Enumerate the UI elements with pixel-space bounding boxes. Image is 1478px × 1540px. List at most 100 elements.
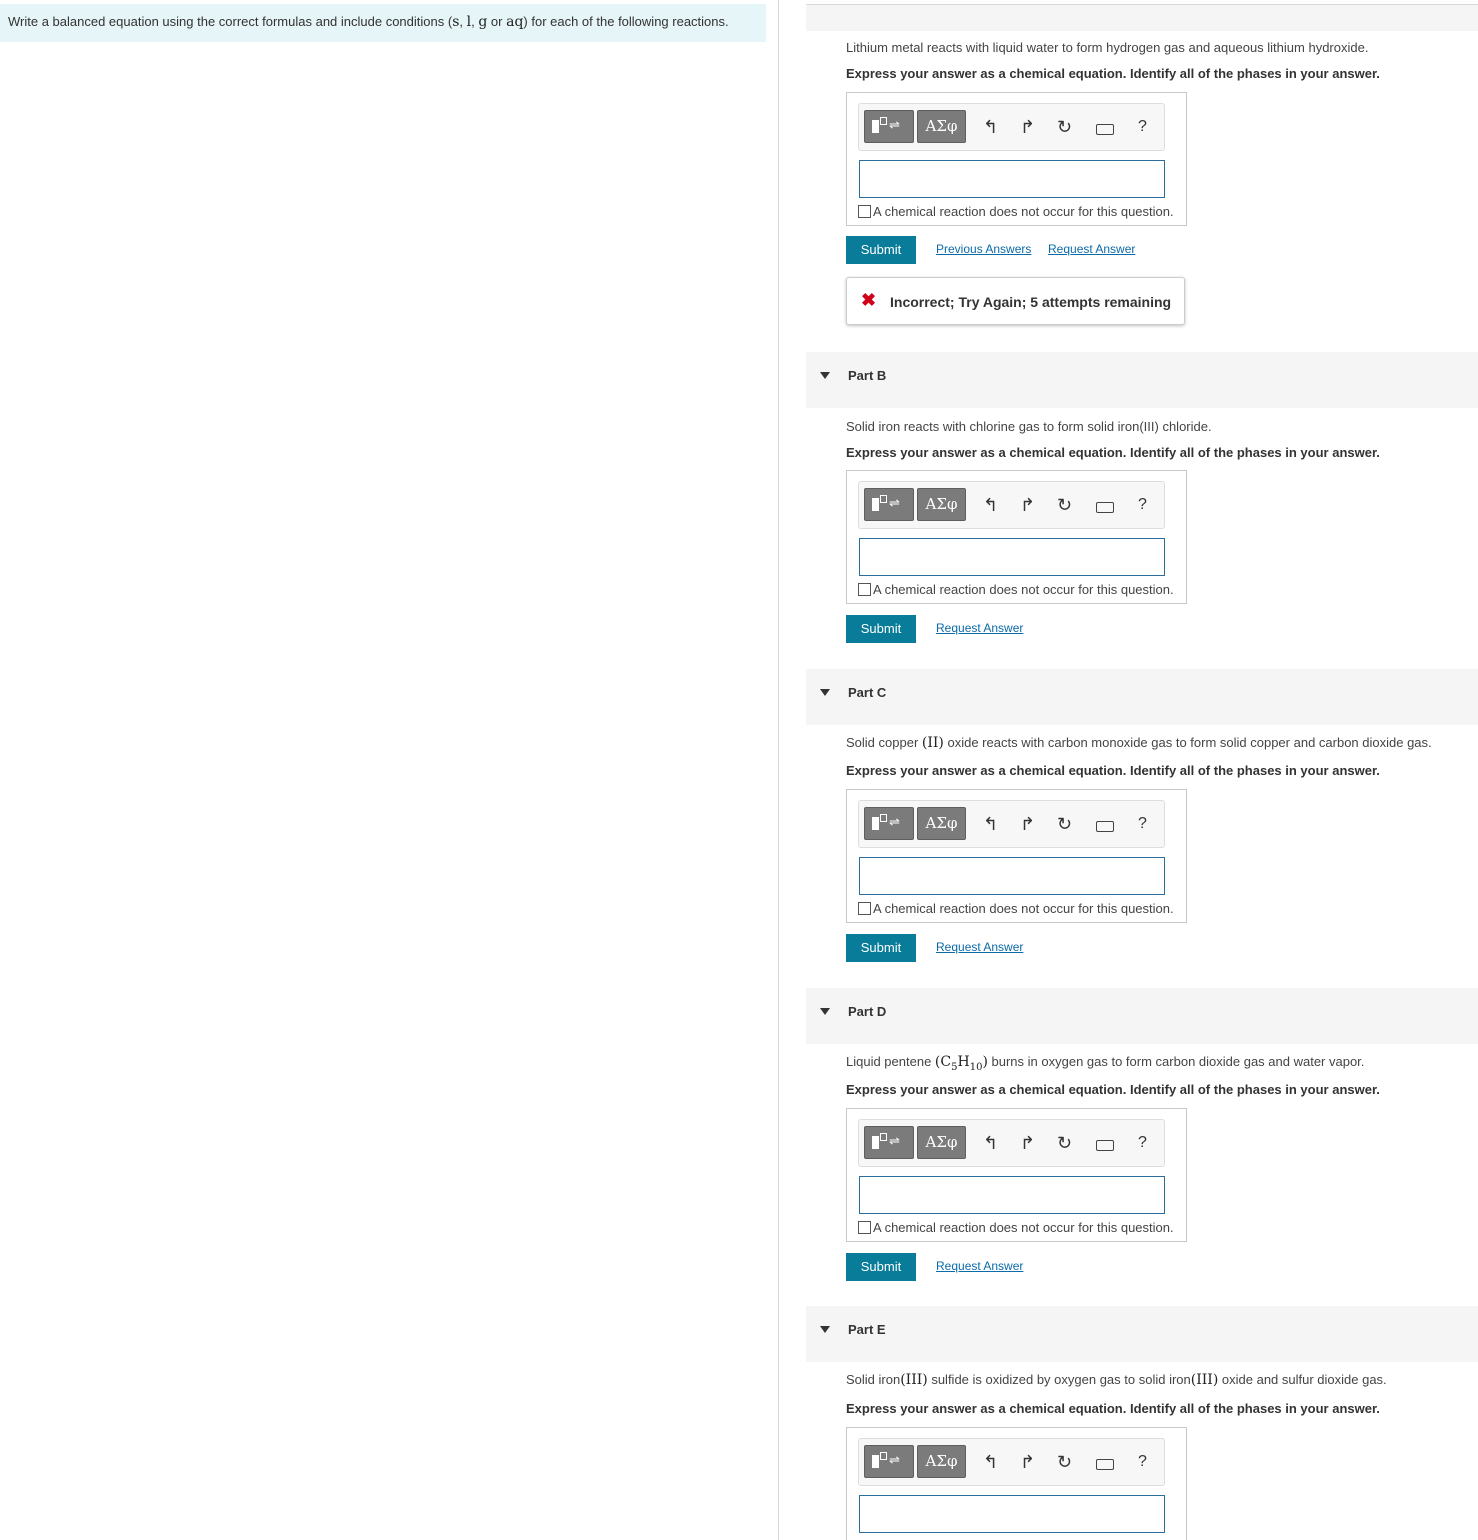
part-b-header[interactable] — [806, 352, 1478, 408]
part-a-prompt: Lithium metal reacts with liquid water t… — [846, 40, 1369, 55]
part-c-no-reaction-option[interactable]: A chemical reaction does not occur for t… — [858, 901, 1174, 916]
part-d-header[interactable] — [806, 988, 1478, 1044]
part-d-answer-input[interactable] — [859, 1176, 1165, 1214]
part-d-math-toolbar: ⇌ ΑΣφ ↰ ↱ ↻ ? — [858, 1119, 1165, 1167]
part-a-request-answer-link[interactable]: Request Answer — [1048, 242, 1135, 256]
part-d-no-reaction-checkbox[interactable] — [858, 1221, 871, 1234]
greek-symbols-button[interactable]: ΑΣφ — [917, 488, 966, 521]
keyboard-icon[interactable] — [1096, 117, 1114, 137]
redo-icon[interactable]: ↱ — [1020, 1452, 1035, 1472]
part-e-title: Part E — [848, 1322, 886, 1337]
part-a-math-toolbar: ⇌ ΑΣφ ↰ ↱ ↻ ? — [858, 103, 1165, 151]
templates-icon — [872, 817, 879, 830]
part-b-express-instruction: Express your answer as a chemical equati… — [846, 445, 1380, 460]
pentene-formula: (C5H10) — [934, 1054, 988, 1073]
keyboard-icon[interactable] — [1096, 1133, 1114, 1153]
part-b-answer-widget: ⇌ ΑΣφ ↰ ↱ ↻ ? A chemical reaction does n… — [846, 470, 1187, 604]
reset-icon[interactable]: ↻ — [1057, 1452, 1072, 1472]
templates-button[interactable]: ⇌ — [864, 1126, 914, 1159]
feedback-status-text: Incorrect; Try Again; 5 attempts remaini… — [890, 294, 1172, 310]
undo-icon[interactable]: ↰ — [983, 117, 998, 137]
greek-symbols-button[interactable]: ΑΣφ — [917, 807, 966, 840]
part-b-no-reaction-option[interactable]: A chemical reaction does not occur for t… — [858, 582, 1174, 597]
part-b-no-reaction-checkbox[interactable] — [858, 583, 871, 596]
greek-symbols-button[interactable]: ΑΣφ — [917, 110, 966, 143]
part-c-collapse-icon[interactable] — [820, 689, 830, 696]
part-e-collapse-icon[interactable] — [820, 1326, 830, 1333]
keyboard-icon[interactable] — [1096, 814, 1114, 834]
part-a-submit-button[interactable]: Submit — [846, 236, 916, 264]
part-d-express-instruction: Express your answer as a chemical equati… — [846, 1082, 1380, 1097]
templates-icon — [872, 120, 879, 133]
part-e-prompt: Solid iron(III) sulfide is oxidized by o… — [846, 1372, 1387, 1388]
part-c-prompt: Solid copper (II) oxide reacts with carb… — [846, 735, 1432, 751]
help-button[interactable]: ? — [1138, 117, 1147, 137]
redo-icon[interactable]: ↱ — [1020, 495, 1035, 515]
templates-button[interactable]: ⇌ — [864, 110, 914, 143]
part-a-no-reaction-checkbox[interactable] — [858, 205, 871, 218]
part-c-answer-input[interactable] — [859, 857, 1165, 895]
part-a-no-reaction-option[interactable]: A chemical reaction does not occur for t… — [858, 204, 1174, 219]
part-d-collapse-icon[interactable] — [820, 1008, 830, 1015]
templates-button[interactable]: ⇌ — [864, 488, 914, 521]
instructions-banner: Write a balanced equation using the corr… — [0, 4, 766, 42]
part-d-answer-widget: ⇌ ΑΣφ ↰ ↱ ↻ ? A chemical reaction does n… — [846, 1108, 1187, 1242]
part-e-express-instruction: Express your answer as a chemical equati… — [846, 1401, 1380, 1416]
part-a-feedback: ✖ Incorrect; Try Again; 5 attempts remai… — [846, 277, 1185, 325]
redo-icon[interactable]: ↱ — [1020, 1133, 1035, 1153]
part-c-submit-button[interactable]: Submit — [846, 934, 916, 962]
part-d-submit-button[interactable]: Submit — [846, 1253, 916, 1281]
help-button[interactable]: ? — [1138, 814, 1147, 834]
part-b-answer-input[interactable] — [859, 538, 1165, 576]
reset-icon[interactable]: ↻ — [1057, 1133, 1072, 1153]
redo-icon[interactable]: ↱ — [1020, 814, 1035, 834]
part-b-math-toolbar: ⇌ ΑΣφ ↰ ↱ ↻ ? — [858, 481, 1165, 529]
reset-icon[interactable]: ↻ — [1057, 814, 1072, 834]
templates-button[interactable]: ⇌ — [864, 1445, 914, 1478]
part-a-answer-input[interactable] — [859, 160, 1165, 198]
part-b-prompt: Solid iron reacts with chlorine gas to f… — [846, 419, 1212, 434]
undo-icon[interactable]: ↰ — [983, 1133, 998, 1153]
keyboard-icon[interactable] — [1096, 1452, 1114, 1472]
templates-icon — [872, 498, 879, 511]
part-e-header[interactable] — [806, 1306, 1478, 1362]
part-b-request-answer-link[interactable]: Request Answer — [936, 621, 1023, 635]
part-a-header-band — [806, 4, 1478, 31]
help-button[interactable]: ? — [1138, 495, 1147, 515]
part-a-previous-answers-link[interactable]: Previous Answers — [936, 242, 1031, 256]
part-c-no-reaction-checkbox[interactable] — [858, 902, 871, 915]
templates-button[interactable]: ⇌ — [864, 807, 914, 840]
part-d-no-reaction-option[interactable]: A chemical reaction does not occur for t… — [858, 1220, 1174, 1235]
part-e-answer-input[interactable] — [859, 1495, 1165, 1533]
part-e-math-toolbar: ⇌ ΑΣφ ↰ ↱ ↻ ? — [858, 1438, 1165, 1486]
help-button[interactable]: ? — [1138, 1133, 1147, 1153]
part-e-answer-widget: ⇌ ΑΣφ ↰ ↱ ↻ ? — [846, 1427, 1187, 1540]
part-c-express-instruction: Express your answer as a chemical equati… — [846, 763, 1380, 778]
part-b-submit-button[interactable]: Submit — [846, 615, 916, 643]
part-b-collapse-icon[interactable] — [820, 372, 830, 379]
incorrect-icon: ✖ — [861, 290, 877, 310]
part-d-title: Part D — [848, 1004, 887, 1019]
help-button[interactable]: ? — [1138, 1452, 1147, 1472]
part-b-title: Part B — [848, 368, 887, 383]
keyboard-icon[interactable] — [1096, 495, 1114, 515]
part-d-request-answer-link[interactable]: Request Answer — [936, 1259, 1023, 1273]
greek-symbols-button[interactable]: ΑΣφ — [917, 1445, 966, 1478]
templates-icon — [872, 1455, 879, 1468]
part-d-prompt: Liquid pentene (C5H10) burns in oxygen g… — [846, 1054, 1365, 1073]
undo-icon[interactable]: ↰ — [983, 495, 998, 515]
pane-divider[interactable] — [778, 0, 779, 1540]
reset-icon[interactable]: ↻ — [1057, 495, 1072, 515]
templates-icon — [872, 1136, 879, 1149]
part-c-math-toolbar: ⇌ ΑΣφ ↰ ↱ ↻ ? — [858, 800, 1165, 848]
redo-icon[interactable]: ↱ — [1020, 117, 1035, 137]
part-a-answer-widget: ⇌ ΑΣφ ↰ ↱ ↻ ? A chemical reaction does n… — [846, 92, 1187, 226]
undo-icon[interactable]: ↰ — [983, 814, 998, 834]
part-c-title: Part C — [848, 685, 887, 700]
reset-icon[interactable]: ↻ — [1057, 117, 1072, 137]
part-c-header[interactable] — [806, 669, 1478, 725]
part-a-express-instruction: Express your answer as a chemical equati… — [846, 66, 1380, 81]
part-c-request-answer-link[interactable]: Request Answer — [936, 940, 1023, 954]
greek-symbols-button[interactable]: ΑΣφ — [917, 1126, 966, 1159]
undo-icon[interactable]: ↰ — [983, 1452, 998, 1472]
